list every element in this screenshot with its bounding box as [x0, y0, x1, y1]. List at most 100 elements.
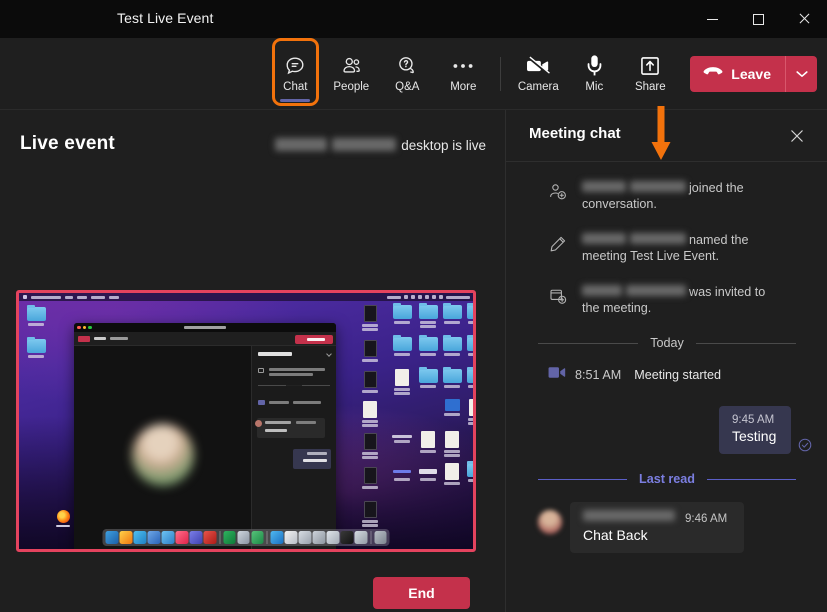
dock-item	[190, 531, 203, 544]
close-button[interactable]	[781, 0, 827, 38]
chat-panel-title: Meeting chat	[529, 125, 621, 142]
toolbar-label-camera: Camera	[518, 82, 559, 94]
message-bubble[interactable]: 9:45 AM Testing	[719, 406, 791, 454]
day-divider: Today	[506, 336, 827, 350]
dock-item	[162, 531, 175, 544]
pencil-icon	[548, 234, 568, 254]
toolbar-item-chat[interactable]: Chat	[267, 44, 323, 104]
toolbar-label-mic: Mic	[585, 82, 603, 94]
desktop-icon	[359, 467, 381, 489]
leave-dropdown-button[interactable]	[786, 56, 817, 92]
toolbar-label-chat: Chat	[283, 82, 307, 94]
desktop-icon	[465, 399, 473, 425]
redacted-presenter-last-name	[332, 138, 396, 151]
desktop-icon	[359, 433, 381, 459]
redacted-author-name	[583, 510, 675, 521]
minimize-button[interactable]	[689, 0, 735, 38]
teams-live-event-window: Test Live Event Chat	[0, 0, 827, 612]
live-status-text: desktop is live	[401, 138, 486, 153]
desktop-icon	[441, 369, 463, 388]
toolbar-label-people: People	[333, 82, 369, 94]
system-event-text: was invited to the meeting.	[582, 284, 774, 316]
desktop-icon	[391, 305, 413, 324]
desktop-icon	[417, 431, 439, 453]
desktop-icon	[465, 463, 473, 482]
desktop-app-shortcut	[56, 510, 70, 528]
check-circle-icon	[798, 438, 812, 452]
window-controls	[689, 0, 827, 38]
chat-bubble-icon	[283, 55, 307, 77]
end-button[interactable]: End	[373, 577, 470, 609]
end-button-label: End	[408, 585, 434, 601]
page-title: Live event	[20, 133, 115, 155]
desktop-icon	[25, 307, 47, 326]
toolbar-item-share[interactable]: Share	[622, 44, 678, 104]
close-icon	[798, 13, 810, 25]
desktop-icon	[441, 431, 463, 457]
toolbar-item-qa[interactable]: Q&A	[379, 44, 435, 104]
system-event-text: joined the conversation.	[582, 180, 774, 212]
desktop-icon	[441, 305, 463, 324]
chevron-down-icon	[796, 65, 808, 83]
people-icon	[339, 55, 363, 77]
dock-item	[120, 531, 133, 544]
divider-line-right	[707, 479, 796, 480]
toolbar-item-more[interactable]: More	[435, 44, 491, 104]
active-tab-underline	[280, 99, 310, 102]
meeting-started-time: 8:51 AM	[575, 368, 621, 382]
close-chat-button[interactable]	[784, 123, 810, 149]
person-add-icon	[548, 182, 568, 202]
mac-menu-bar	[19, 293, 473, 301]
toolbar-item-people[interactable]: People	[323, 44, 379, 104]
message-body: Testing	[732, 428, 779, 444]
share-up-arrow-icon	[638, 55, 662, 77]
message-body: Chat Back	[583, 527, 730, 543]
dock-item	[327, 531, 340, 544]
desktop-icon	[465, 337, 473, 356]
redacted-name	[582, 181, 626, 192]
avatar	[538, 510, 562, 534]
mac-dock	[103, 529, 390, 546]
divider-line-right	[696, 343, 796, 344]
chat-message-outgoing[interactable]: 9:45 AM Testing	[506, 406, 827, 454]
window-title: Test Live Event	[117, 10, 213, 26]
desktop-icon	[441, 337, 463, 356]
system-event-row: joined the conversation.	[506, 180, 827, 212]
dock-item	[313, 531, 326, 544]
maximize-button[interactable]	[735, 0, 781, 38]
dock-item	[148, 531, 161, 544]
desktop-icon	[391, 369, 413, 395]
toolbar-label-qa: Q&A	[395, 82, 419, 94]
dock-item	[176, 531, 189, 544]
toolbar-item-camera[interactable]: Camera	[510, 44, 566, 104]
desktop-icon	[25, 339, 47, 358]
desktop-icon	[465, 305, 473, 324]
leave-label: Leave	[731, 66, 771, 82]
divider-line-left	[538, 479, 627, 480]
chat-message-incoming[interactable]: 9:46 AM Chat Back	[506, 502, 827, 553]
live-status: desktop is live	[275, 138, 486, 153]
system-event-text: named the meeting Test Live Event.	[582, 232, 774, 264]
redacted-name	[630, 181, 686, 192]
dock-item	[237, 531, 250, 544]
message-time: 9:45 AM	[732, 414, 779, 426]
stage-header: Live event desktop is live	[0, 132, 505, 172]
chat-message-list[interactable]: joined the conversation. named the meeti…	[506, 162, 827, 612]
toolbar-label-more: More	[450, 82, 476, 94]
chat-panel-header: Meeting chat	[506, 110, 827, 162]
redacted-presenter-first-name	[275, 138, 327, 151]
message-bubble[interactable]: 9:46 AM Chat Back	[570, 502, 744, 553]
meeting-started-row: 8:51 AM Meeting started	[506, 366, 827, 384]
leave-button[interactable]: Leave	[690, 56, 785, 92]
divider-line-left	[538, 343, 638, 344]
last-read-divider: Last read	[506, 472, 827, 486]
dock-trash-icon	[374, 531, 387, 544]
dock-item	[134, 531, 147, 544]
question-bubble-icon	[395, 55, 419, 77]
calendar-add-icon	[548, 286, 568, 306]
toolbar-item-mic[interactable]: Mic	[566, 44, 622, 104]
screen-share-preview[interactable]	[16, 290, 476, 552]
dock-item	[271, 531, 284, 544]
leave-button-group[interactable]: Leave	[690, 56, 817, 92]
desktop-icon	[359, 501, 381, 527]
